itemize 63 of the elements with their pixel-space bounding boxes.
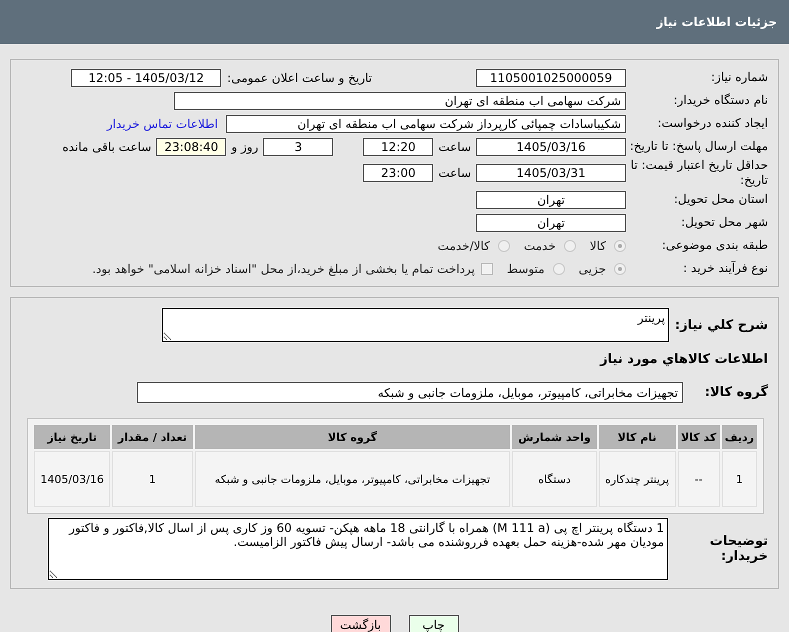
text-field[interactable]: 3 bbox=[263, 138, 334, 156]
page-title: جزئیات اطلاعات نیاز bbox=[656, 15, 777, 29]
table-cell: 1 bbox=[722, 451, 757, 507]
radio-button[interactable] bbox=[614, 240, 626, 252]
radio-button[interactable] bbox=[498, 240, 510, 252]
print-button[interactable]: چاپ bbox=[408, 615, 458, 632]
checkbox[interactable] bbox=[480, 262, 493, 274]
field-label: شهر محل تحویل: bbox=[680, 215, 768, 230]
text-field[interactable]: 1105001025000059 bbox=[476, 68, 626, 86]
field-label: شماره نیاز: bbox=[710, 70, 768, 85]
back-button[interactable]: بازگشت bbox=[330, 615, 390, 632]
column-header: نام کالا bbox=[598, 425, 676, 449]
radio-button[interactable] bbox=[552, 262, 565, 274]
text-field[interactable]: 1405/03/16 bbox=[476, 138, 626, 156]
table-cell: پرینتر چندکاره bbox=[598, 451, 676, 507]
text-field[interactable]: شکیباسادات چمپائی کارپرداز شرکت سهامی اب منطقه ای تهران bbox=[226, 114, 626, 132]
field-label: نام دستگاه خریدار: bbox=[672, 93, 768, 108]
text-field[interactable]: تجهیزات مخابراتی، کامپیوتر، موبایل، ملزومات جانبی و شبکه bbox=[137, 382, 683, 403]
table-cell: تجهیزات مخابراتی، کامپیوتر، موبایل، ملزومات جانبی و شبکه bbox=[194, 451, 510, 507]
radio-button[interactable] bbox=[614, 262, 626, 274]
summary-field[interactable]: پرینتر bbox=[162, 308, 669, 342]
table-cell: -- bbox=[678, 451, 720, 507]
text-field[interactable]: تهران bbox=[476, 190, 626, 208]
column-header: واحد شمارش bbox=[512, 425, 597, 449]
unit-label: ساعت bbox=[438, 166, 471, 180]
option-label: کالا/خدمت bbox=[438, 238, 490, 252]
table-cell: دستگاه bbox=[512, 451, 597, 507]
table-cell: 1405/03/16 bbox=[34, 451, 110, 507]
column-header: تعداد / مقدار bbox=[112, 425, 193, 449]
unit-label: روز و bbox=[231, 140, 258, 154]
option-label: جزیی bbox=[578, 262, 606, 276]
column-header: تاریخ نیاز bbox=[34, 425, 110, 449]
unit-label: ساعت باقی مانده bbox=[62, 140, 152, 154]
table-cell: 1 bbox=[112, 451, 193, 507]
unit-label: ساعت bbox=[438, 140, 471, 154]
field-label: نوع فرآیند خرید : bbox=[682, 261, 768, 276]
field-label: تاریخ و ساعت اعلان عمومی: bbox=[227, 70, 372, 84]
text-field[interactable]: شرکت سهامی اب منطقه ای تهران bbox=[174, 92, 626, 110]
column-header: گروه کالا bbox=[194, 425, 510, 449]
option-label: خدمت bbox=[524, 238, 556, 252]
option-label: کالا bbox=[590, 238, 606, 252]
field-label: ایجاد کننده درخواست: bbox=[656, 116, 768, 131]
text-field[interactable]: تهران bbox=[476, 214, 626, 232]
field-label: توضیحات خریدار: bbox=[708, 534, 768, 564]
column-header: کد کالا bbox=[678, 425, 720, 449]
notes-field[interactable]: 1 دستگاه پرینتر اچ پی (M 111 a) همراه با گارانتی 18 ماهه هپکن- تسویه 60 وز کاری پس از اسال کالا,فاکتور و فاکتور مودیان مهر شده-هزینه حمل بعهده فرروشنده می باشد- ارسال پیش فاکتور الزامیست. bbox=[48, 518, 668, 580]
text-field[interactable]: 1405/03/12 - 12:05 bbox=[71, 68, 222, 86]
field-label: مهلت ارسال پاسخ: تا تاریخ: bbox=[628, 139, 768, 154]
field-label: استان محل تحویل: bbox=[672, 192, 768, 207]
contact-link[interactable]: اطلاعات تماس خریدار bbox=[106, 116, 218, 130]
text-field[interactable]: 12:20 bbox=[363, 138, 434, 156]
radio-button[interactable] bbox=[564, 240, 576, 252]
field-label: حداقل تاریخ اعتبار قیمت: تا تاریخ: bbox=[630, 158, 768, 188]
checkbox-label: پرداخت تمام یا بخشی از مبلغ خرید،از محل "اسناد خزانه اسلامی" خواهد بود. bbox=[92, 262, 475, 276]
text-field[interactable]: 23:00 bbox=[363, 164, 434, 182]
field-label: شرح کلي نياز: bbox=[674, 318, 768, 332]
text-field[interactable]: 1405/03/31 bbox=[476, 164, 626, 182]
field-label: طبقه بندی موضوعی: bbox=[660, 238, 768, 253]
option-label: متوسط bbox=[506, 262, 545, 276]
text-field[interactable]: 23:08:40 bbox=[156, 138, 226, 156]
section-heading: اطلاعات کالاهاي مورد نياز bbox=[598, 352, 768, 367]
column-header: ردیف bbox=[722, 425, 757, 449]
field-label: گروه کالا: bbox=[704, 385, 768, 400]
